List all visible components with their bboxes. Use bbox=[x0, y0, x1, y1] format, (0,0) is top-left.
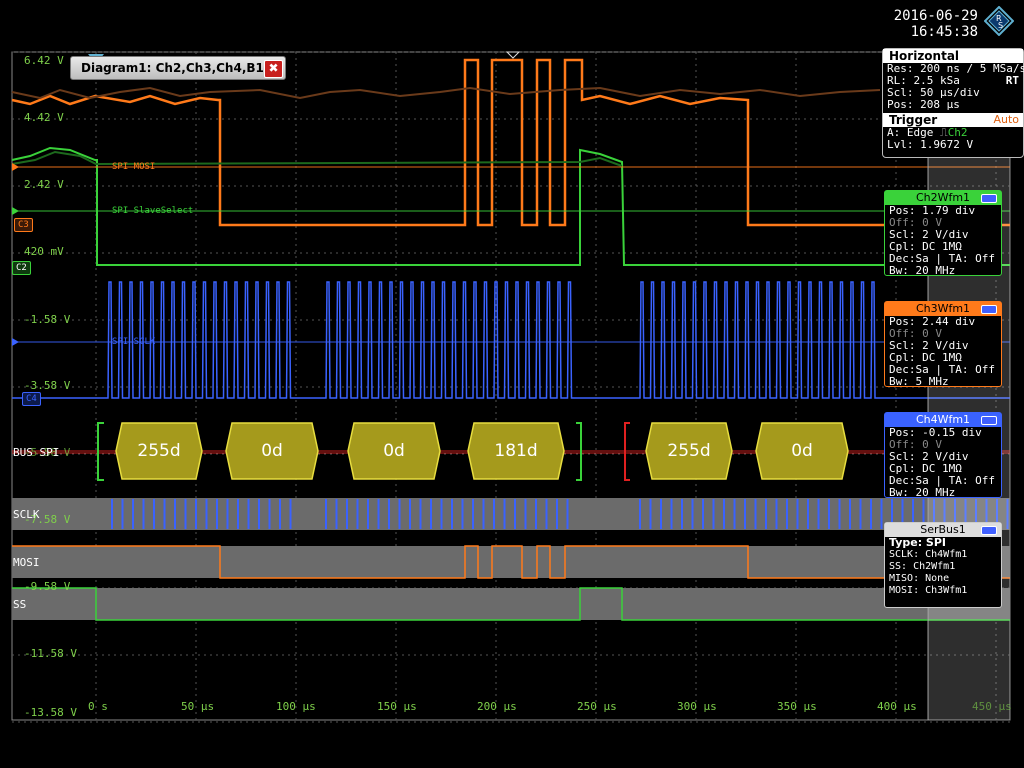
ch3-panel-title: Ch3Wfm1 bbox=[885, 302, 1001, 316]
timestamp: 2016-06-29 16:45:38 bbox=[894, 8, 978, 40]
serbus-title-text: SerBus1 bbox=[920, 523, 966, 536]
y-label: 6.42 V bbox=[24, 54, 64, 67]
bus-frame-value[interactable]: 255d bbox=[116, 423, 202, 479]
rt-badge: RT bbox=[1005, 74, 1019, 87]
trigger-level-row: Lvl: 1.9672 V bbox=[883, 139, 1023, 151]
c3-marker[interactable]: C3 bbox=[14, 218, 33, 232]
x-label: 400 µs bbox=[877, 700, 917, 713]
y-label: -1.58 V bbox=[24, 313, 71, 326]
ch4-bandwidth: Bw: 20 MHz bbox=[889, 486, 956, 499]
date-text: 2016-06-29 bbox=[893, 8, 978, 24]
serbus-sclk: SCLK: Ch4Wfm1 bbox=[889, 549, 968, 560]
serbus-mosi: MOSI: Ch3Wfm1 bbox=[889, 585, 968, 596]
ch2-panel-title: Ch2Wfm1 bbox=[885, 191, 1001, 205]
serbus-ss: SS: Ch2Wfm1 bbox=[889, 561, 956, 572]
diagram-tab[interactable]: Diagram1: Ch2,Ch3,Ch4,B1 ✖ bbox=[70, 56, 286, 80]
bus-frame-value[interactable]: 0d bbox=[226, 423, 318, 479]
x-label: 250 µs bbox=[577, 700, 617, 713]
y-label: -9.58 V bbox=[24, 580, 71, 593]
svg-text:S: S bbox=[998, 21, 1003, 30]
minimize-icon[interactable] bbox=[981, 305, 997, 314]
waveform-display[interactable] bbox=[0, 0, 1024, 768]
bus-frame-value[interactable]: 0d bbox=[348, 423, 440, 479]
mosi-trace-label: SPI MOSI bbox=[112, 162, 156, 172]
horizontal-title: Horizontal bbox=[883, 49, 1023, 63]
trigger-level-text: Lvl: 1.9672 V bbox=[887, 138, 974, 151]
x-label: 450 µs bbox=[972, 700, 1012, 713]
minimize-icon[interactable] bbox=[981, 526, 997, 535]
bus-frame-value[interactable]: 0d bbox=[756, 423, 848, 479]
x-label: 100 µs bbox=[276, 700, 316, 713]
trigger-header: Trigger Auto bbox=[883, 113, 1023, 127]
time-text: 16:45:38 bbox=[910, 24, 978, 40]
ch2-title-text: Ch2Wfm1 bbox=[915, 191, 971, 204]
serbus-miso: MISO: None bbox=[889, 573, 950, 584]
x-label: 350 µs bbox=[777, 700, 817, 713]
bus-frame-value[interactable]: 181d bbox=[468, 423, 564, 479]
trigger-mode: Auto bbox=[993, 113, 1019, 126]
ch3-bandwidth: Bw: 5 MHz bbox=[889, 375, 949, 388]
rs-logo-icon: R S bbox=[984, 6, 1014, 36]
sclk-trace-label: SPI SCLK bbox=[112, 337, 156, 347]
ch3-waveform bbox=[11, 58, 1010, 227]
x-label: 300 µs bbox=[677, 700, 717, 713]
horizontal-trigger-panel[interactable]: Horizontal Res: 200 ns / 5 MSa/s RL: 2.5… bbox=[882, 48, 1024, 158]
bus-label: BUS SPI bbox=[13, 446, 60, 459]
y-label: 4.42 V bbox=[24, 111, 64, 124]
y-label: -13.58 V bbox=[24, 706, 77, 719]
mosi-digital-bg bbox=[12, 546, 1010, 578]
position-text: Pos: 208 µs bbox=[887, 98, 960, 111]
c4-marker[interactable]: C4 bbox=[22, 392, 41, 406]
ch3-title-text: Ch3Wfm1 bbox=[915, 302, 971, 315]
c2-marker[interactable]: C2 bbox=[12, 261, 31, 275]
x-label: 150 µs bbox=[377, 700, 417, 713]
ch2-reference-trace bbox=[11, 150, 623, 167]
ch4-title-text: Ch4Wfm1 bbox=[915, 413, 971, 426]
ch4-info-panel[interactable]: Ch4Wfm1 Pos: -0.15 div Off: 0 V Scl: 2 V… bbox=[884, 412, 1002, 499]
position-row: Pos: 208 µs bbox=[883, 99, 1023, 111]
ss-digital-bg bbox=[12, 588, 1010, 620]
mosi-row-label: MOSI bbox=[13, 556, 40, 569]
ch3-reference-trace bbox=[11, 86, 881, 100]
ch3-info-panel[interactable]: Ch3Wfm1 Pos: 2.44 div Off: 0 V Scl: 2 V/… bbox=[884, 301, 1002, 388]
x-label: 50 µs bbox=[181, 700, 215, 713]
ch4-panel-title: Ch4Wfm1 bbox=[885, 413, 1001, 427]
x-label: 200 µs bbox=[477, 700, 517, 713]
ch2-info-panel[interactable]: Ch2Wfm1 Pos: 1.79 div Off: 0 V Scl: 2 V/… bbox=[884, 190, 1002, 277]
y-label: -3.58 V bbox=[24, 379, 71, 392]
y-label: 2.42 V bbox=[24, 178, 64, 191]
y-label: -11.58 V bbox=[24, 647, 77, 660]
y-label: 420 mV bbox=[24, 245, 64, 258]
serbus-type: Type: SPI bbox=[889, 536, 947, 549]
close-icon[interactable]: ✖ bbox=[264, 60, 283, 78]
ss-trace-label: SPI SlaveSelect bbox=[112, 206, 194, 216]
ch4-waveform bbox=[12, 281, 1010, 399]
sclk-row-label: SCLK bbox=[13, 508, 40, 521]
x-label: 0 s bbox=[88, 700, 108, 713]
minimize-icon[interactable] bbox=[981, 416, 997, 425]
serbus-info-panel[interactable]: SerBus1 Type: SPI SCLK: Ch4Wfm1 SS: Ch2W… bbox=[884, 522, 1002, 608]
ch2-bandwidth: Bw: 20 MHz bbox=[889, 264, 956, 277]
horizontal-position-marker bbox=[505, 51, 521, 59]
bus-frame-value[interactable]: 255d bbox=[646, 423, 732, 479]
minimize-icon[interactable] bbox=[981, 194, 997, 203]
ss-row-label: SS bbox=[13, 598, 27, 611]
diagram-title: Diagram1: Ch2,Ch3,Ch4,B1 bbox=[81, 61, 264, 75]
trigger-title: Trigger bbox=[889, 113, 938, 127]
serbus-panel-title: SerBus1 bbox=[885, 523, 1001, 537]
